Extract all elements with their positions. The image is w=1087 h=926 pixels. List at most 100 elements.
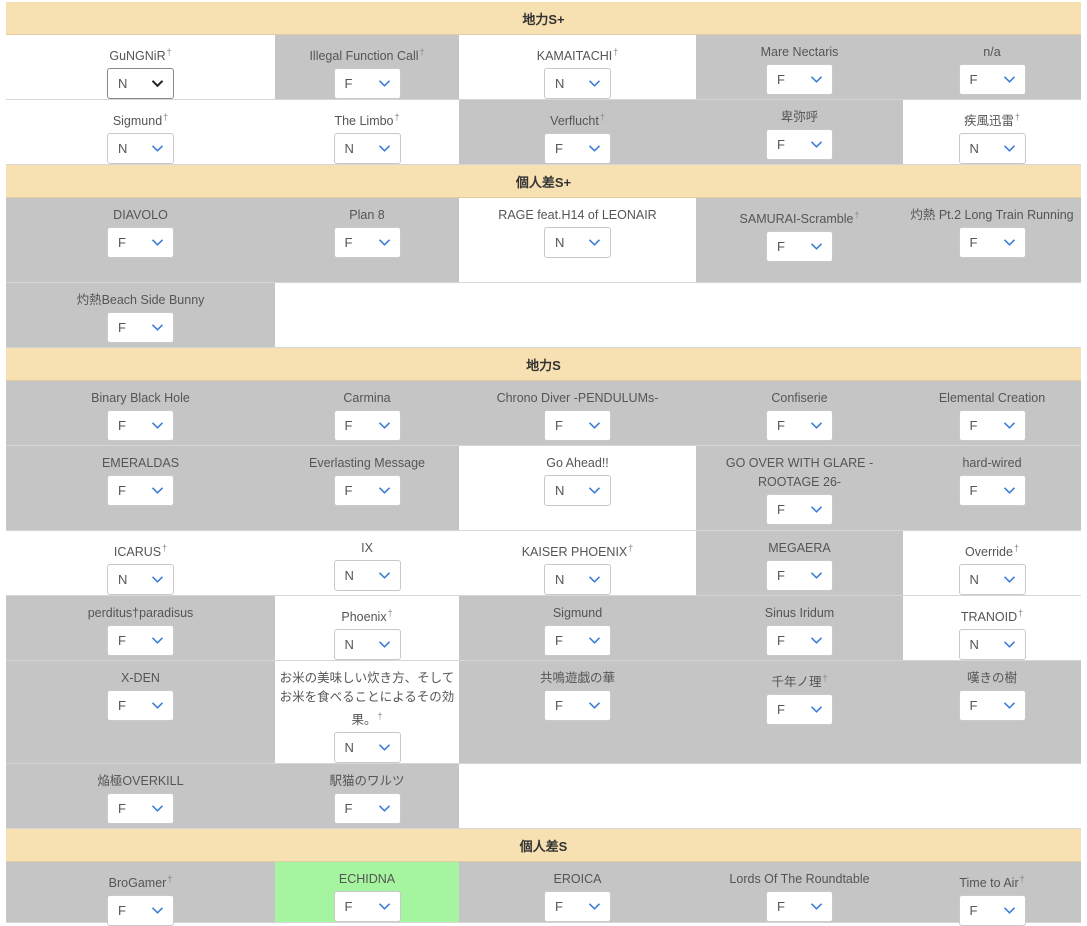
lamp-select[interactable]: N bbox=[544, 475, 611, 506]
lamp-select-value: F bbox=[969, 903, 978, 919]
lamp-select[interactable]: N bbox=[333, 560, 401, 591]
song-cell: Time to Air† F bbox=[903, 862, 1081, 926]
chevron-down-icon bbox=[378, 641, 390, 649]
song-title-text: EMERALDAS bbox=[101, 456, 180, 470]
song-title: MEGAERA bbox=[700, 539, 899, 558]
lamp-select[interactable]: F bbox=[766, 231, 833, 263]
lamp-select[interactable]: F bbox=[544, 625, 611, 656]
song-title: Mare Nectaris bbox=[700, 43, 899, 62]
lamp-select[interactable]: F bbox=[958, 475, 1026, 506]
dagger-mark: † bbox=[162, 543, 168, 553]
lamp-select[interactable]: F bbox=[958, 410, 1026, 441]
song-cell: Elemental Creation F bbox=[903, 381, 1081, 445]
lamp-select[interactable]: N bbox=[544, 68, 611, 100]
lamp-select[interactable]: N bbox=[107, 564, 174, 596]
song-title-text: GuNGNiR bbox=[109, 49, 166, 64]
song-cell: n/a F bbox=[903, 35, 1081, 99]
chevron-down-icon bbox=[1003, 641, 1015, 649]
dagger-mark: † bbox=[394, 112, 400, 122]
lamp-select-value: F bbox=[344, 483, 353, 498]
lamp-select[interactable]: N bbox=[333, 732, 401, 764]
lamp-select[interactable]: F bbox=[766, 694, 833, 726]
song-title-text: KAISER PHOENIX bbox=[521, 545, 628, 560]
song-row: perditus†paradisus F Phoenix† N Sigmund F Sinu… bbox=[6, 596, 1081, 661]
chevron-down-icon bbox=[151, 487, 164, 494]
lamp-select[interactable]: F bbox=[544, 133, 611, 165]
lamp-select[interactable]: F bbox=[958, 227, 1026, 258]
lamp-select[interactable]: F bbox=[107, 690, 174, 721]
song-row: GuNGNiR† N Illegal Function Call† F KAMAITAC… bbox=[6, 35, 1081, 100]
song-title-text: n/a bbox=[983, 45, 1001, 59]
song-title: Lords Of The Roundtable bbox=[700, 870, 899, 889]
lamp-select-value: F bbox=[118, 320, 126, 335]
chevron-down-icon bbox=[1003, 702, 1015, 709]
song-cell: GO OVER WITH GLARE -ROOTAGE 26- F bbox=[696, 446, 903, 530]
lamp-select[interactable]: N bbox=[333, 133, 401, 165]
lamp-select[interactable]: F bbox=[766, 891, 833, 922]
lamp-select-value: N bbox=[555, 76, 565, 92]
lamp-select[interactable]: F bbox=[333, 891, 401, 922]
song-title-text: 嘆きの樹 bbox=[966, 671, 1017, 685]
lamp-select-value: N bbox=[555, 572, 565, 588]
lamp-select[interactable]: N bbox=[544, 227, 611, 258]
lamp-select[interactable]: F bbox=[107, 625, 174, 656]
song-title-text: hard-wired bbox=[962, 456, 1022, 470]
lamp-select[interactable]: F bbox=[766, 129, 833, 160]
song-title: Carmina bbox=[279, 389, 455, 408]
song-row: X-DEN F お米の美味しい炊き方、そしてお米を食べることによるその効果。† N 共鳴… bbox=[6, 661, 1081, 764]
song-title-text: RAGE feat.H14 of LEONAIR bbox=[498, 208, 657, 222]
lamp-select[interactable]: F bbox=[766, 410, 833, 441]
lamp-select[interactable]: N bbox=[958, 564, 1026, 596]
lamp-select[interactable]: F bbox=[544, 690, 611, 721]
song-cell: ECHIDNA F bbox=[275, 862, 459, 922]
lamp-select[interactable]: F bbox=[333, 793, 401, 824]
song-title: ICARUS† bbox=[10, 539, 271, 562]
lamp-select[interactable]: F bbox=[333, 410, 401, 441]
lamp-select[interactable]: F bbox=[958, 895, 1026, 926]
section-header: 地力S+ bbox=[6, 2, 1081, 35]
lamp-select[interactable]: F bbox=[958, 690, 1026, 721]
lamp-select[interactable]: F bbox=[766, 64, 833, 95]
song-title-text: 卑弥呼 bbox=[780, 110, 819, 124]
lamp-select[interactable]: F bbox=[766, 494, 833, 525]
lamp-select[interactable]: F bbox=[333, 68, 401, 100]
song-cell: Mare Nectaris F bbox=[696, 35, 903, 99]
chevron-down-icon bbox=[810, 903, 823, 910]
song-title-text: Binary Black Hole bbox=[91, 391, 190, 405]
lamp-select[interactable]: F bbox=[107, 793, 174, 824]
lamp-select-value: N bbox=[555, 235, 565, 250]
song-title-text: 駅猫のワルツ bbox=[329, 774, 405, 788]
lamp-select[interactable]: F bbox=[766, 560, 833, 591]
lamp-select[interactable]: F bbox=[544, 891, 611, 922]
lamp-select[interactable]: N bbox=[958, 629, 1026, 661]
lamp-select[interactable]: F bbox=[107, 475, 174, 506]
lamp-select-value: F bbox=[344, 418, 353, 433]
lamp-select[interactable]: F bbox=[333, 475, 401, 506]
song-cell: Lords Of The Roundtable F bbox=[696, 862, 903, 922]
lamp-select[interactable]: N bbox=[958, 133, 1026, 165]
song-title-text: 灼熱Beach Side Bunny bbox=[76, 293, 205, 307]
lamp-select[interactable]: F bbox=[333, 227, 401, 258]
lamp-select-value: F bbox=[118, 235, 126, 250]
lamp-select[interactable]: F bbox=[107, 312, 174, 343]
empty-cell bbox=[275, 283, 459, 347]
song-title-text: KAMAITACHI bbox=[536, 49, 613, 64]
lamp-select[interactable]: N bbox=[544, 564, 611, 596]
song-title: n/a bbox=[907, 43, 1077, 62]
lamp-select[interactable]: F bbox=[958, 64, 1026, 95]
lamp-select[interactable]: F bbox=[107, 410, 174, 441]
lamp-select[interactable]: N bbox=[333, 629, 401, 661]
lamp-select[interactable]: F bbox=[107, 895, 174, 926]
lamp-select[interactable]: F bbox=[544, 410, 611, 441]
song-title-text: Override bbox=[965, 545, 1013, 560]
lamp-select-value: F bbox=[555, 698, 563, 713]
chevron-down-icon bbox=[151, 702, 164, 709]
lamp-select[interactable]: F bbox=[107, 227, 174, 258]
chevron-down-icon bbox=[588, 487, 601, 494]
lamp-select[interactable]: N bbox=[107, 68, 174, 100]
lamp-select[interactable]: N bbox=[107, 133, 174, 165]
song-cell: Sigmund F bbox=[459, 596, 696, 660]
lamp-select-value: F bbox=[118, 633, 126, 648]
lamp-select-value: F bbox=[969, 418, 978, 433]
lamp-select[interactable]: F bbox=[766, 625, 833, 656]
